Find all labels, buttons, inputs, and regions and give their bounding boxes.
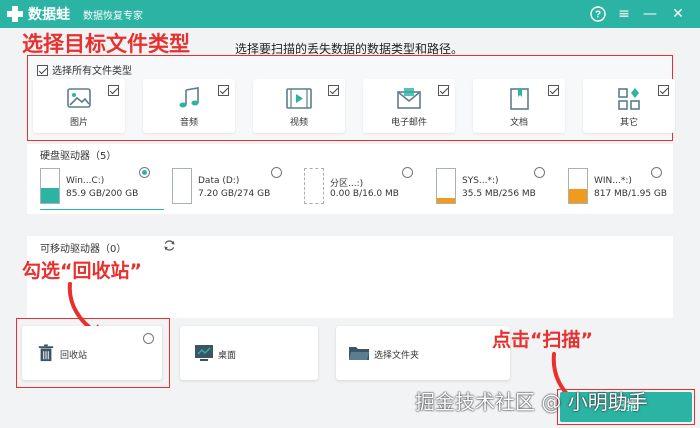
file-type-card-audio[interactable]: 音频 [143,79,235,133]
refresh-icon[interactable] [163,239,176,252]
drive-name: Data (D:) [198,176,240,186]
select-all-types-checkbox[interactable]: 选择所有文件类型 [37,62,132,77]
hard-drives-panel: 硬盘驱动器（5） Win...C:) 85.9 GB/200 GB Data (… [27,144,673,214]
drive-size: 35.5 MB/256 MB [462,189,536,199]
file-type-card-email[interactable]: 电子邮件 [363,79,455,133]
file-type-checkbox[interactable] [658,85,669,96]
drive-icon [436,168,456,204]
menu-icon: ≡ [618,6,630,22]
app-subtitle: 数据恢复专家 [83,11,143,22]
minimize-icon: — [643,6,657,22]
location-card-recycle-bin[interactable]: 回收站 [22,326,162,380]
file-type-checkbox[interactable] [108,85,119,96]
file-type-card-other[interactable]: 其它 [583,79,675,133]
close-button[interactable]: ✕ [668,4,688,24]
drive-name: Win...C:) [66,176,105,186]
removable-drives-title: 可移动驱动器（0） [40,244,127,255]
location-radio-recycle-bin[interactable] [143,333,154,344]
annotation-choose-types: 选择目标文件类型 [22,32,190,56]
other-icon [618,88,640,110]
file-type-card-video[interactable]: 视频 [253,79,345,133]
file-type-label: 音频 [179,118,198,128]
minimize-button[interactable]: — [640,4,660,24]
location-label: 桌面 [218,351,237,361]
drive-icon [568,168,588,204]
annotation-click-scan: 点击“扫描” [492,329,593,351]
file-type-checkbox[interactable] [218,85,229,96]
email-icon [397,88,421,109]
checkbox-checked-icon [37,65,48,76]
file-type-label: 文档 [509,118,528,128]
file-types-panel: 选择所有文件类型 图片 音频 视频 电子邮件 文档 其它 [27,55,675,141]
file-type-label: 图片 [69,118,88,128]
close-icon: ✕ [672,6,684,22]
drive-icon [40,168,60,204]
file-type-checkbox[interactable] [328,85,339,96]
drive-icon [304,168,324,204]
document-icon [510,88,529,110]
drive-size: 7.20 GB/274 GB [198,189,271,199]
drive-radio-c[interactable] [139,167,150,178]
recycle-bin-icon [38,344,54,362]
annotation-check-recycle: 勾选“回收站” [22,260,142,282]
location-label: 选择文件夹 [374,351,420,361]
drive-name: WIN...*:) [594,176,632,186]
location-card-select-folder[interactable]: 选择文件夹 [336,326,510,380]
file-type-checkbox[interactable] [438,85,449,96]
location-label: 回收站 [60,351,88,361]
location-card-desktop[interactable]: 桌面 [180,326,318,380]
file-type-checkbox[interactable] [548,85,559,96]
drive-icon [172,168,192,204]
menu-button[interactable]: ≡ [614,4,634,24]
drive-radio-win[interactable] [651,167,662,178]
drive-size: 85.9 GB/200 GB [66,189,139,199]
select-all-label: 选择所有文件类型 [52,66,132,77]
help-button[interactable]: ? [588,4,608,24]
file-type-label: 视频 [289,118,308,128]
drive-item-win[interactable]: WIN...*:) 817 MB/1.95 GB [568,168,692,208]
svg-text:?: ? [595,10,601,21]
drive-name: SYS...*:) [462,176,499,186]
title-bar: 数据蛙 数据恢复专家 ? ≡ — ✕ [0,0,700,28]
hard-drives-title: 硬盘驱动器（5） [40,151,117,162]
file-type-card-document[interactable]: 文档 [473,79,565,133]
drive-radio-d[interactable] [271,167,282,178]
file-type-card-image[interactable]: 图片 [33,79,125,133]
drive-size: 0.00 B/16.0 MB [330,189,399,199]
drive-size: 817 MB/1.95 GB [594,189,668,199]
video-icon [286,88,312,109]
desktop-icon [195,345,213,361]
file-type-label: 其它 [619,118,638,128]
watermark-text: 掘金技术社区 @ 小明助手 [415,390,648,414]
app-name: 数据蛙 [28,7,70,23]
music-icon [179,87,199,108]
drive-radio-sys[interactable] [534,167,545,178]
drive-radio-partition[interactable] [402,167,413,178]
image-icon [67,88,91,108]
help-icon: ? [590,6,606,22]
file-type-label: 电子邮件 [390,118,427,128]
drive-name: 分区...:) [330,179,364,189]
folder-icon [349,347,369,360]
app-logo-icon [7,6,23,22]
